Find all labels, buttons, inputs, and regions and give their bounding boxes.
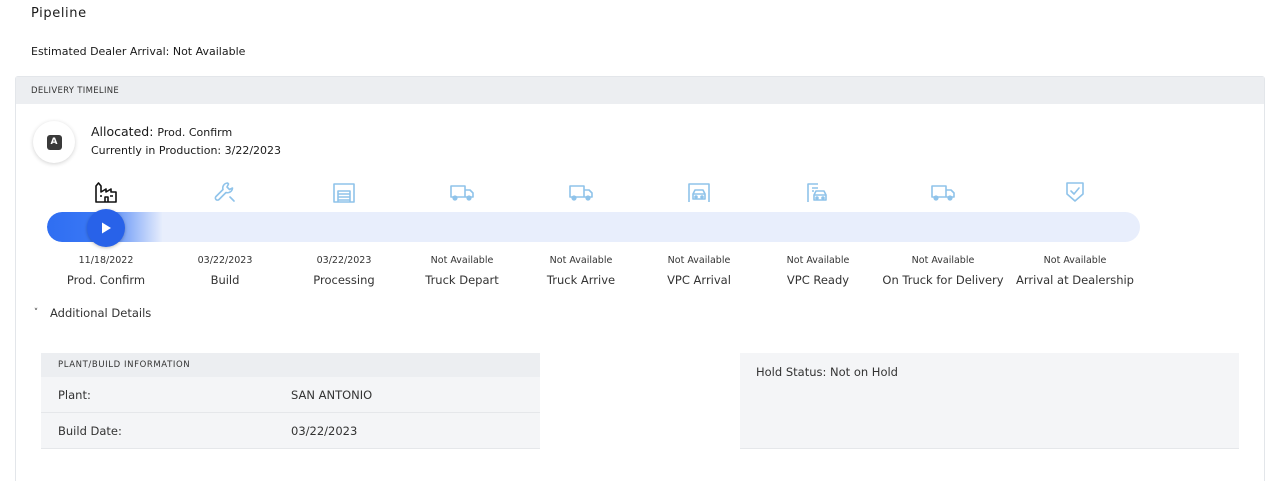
hold-status-card: Hold Status: Not on Hold [740,353,1239,449]
truck-icon [516,177,646,207]
timeline-stage-arrival-dealership: Not Available Arrival at Dealership [1010,177,1140,287]
status-heading: Allocated: Prod. Confirm [91,124,232,139]
status-label: Allocated: [91,124,154,139]
status-stage: Prod. Confirm [157,126,233,139]
shield-check-icon [1010,177,1140,207]
table-row: Plant: SAN ANTONIO [41,377,540,413]
status-subtext: Currently in Production: 3/22/2023 [91,144,281,157]
stage-date: Not Available [1043,255,1107,266]
status-sub-label: Currently in Production: [91,144,222,157]
stage-date: 11/18/2022 [78,255,134,266]
timeline-stage-on-truck: Not Available On Truck for Delivery [878,177,1008,287]
chevron-down-icon: ˅ [33,308,39,318]
car-ready-icon [753,177,883,207]
plant-value: SAN ANTONIO [291,387,373,402]
timeline-stage-prod-confirm: 11/18/2022 Prod. Confirm [41,177,171,287]
stage-date: 03/22/2023 [316,255,372,266]
factory-icon [41,177,171,207]
estimated-arrival-value: Not Available [172,45,246,58]
stage-name: VPC Ready [786,273,850,287]
build-date-value: 03/22/2023 [291,423,358,438]
estimated-arrival-label: Estimated Dealer Arrival: [31,45,170,58]
status-badge-letter: A [46,134,62,150]
plant-label: Plant: [58,387,91,402]
timeline-stage-truck-depart: Not Available Truck Depart [397,177,527,287]
stage-name: Truck Arrive [546,273,616,287]
stage-name: VPC Arrival [667,273,731,287]
garage-icon [279,177,409,207]
delivery-timeline-header: DELIVERY TIMELINE [16,77,1264,104]
stage-name: On Truck for Delivery [882,273,1004,287]
additional-details-label: Additional Details [50,306,152,320]
stage-date: Not Available [911,255,975,266]
timeline-stage-processing: 03/22/2023 Processing [279,177,409,287]
timeline-stage-vpc-arrival: Not Available VPC Arrival [634,177,764,287]
truck-icon [397,177,527,207]
delivery-timeline-card: DELIVERY TIMELINE A Allocated: Prod. Con… [15,76,1265,481]
truck-icon [878,177,1008,207]
stage-name: Build [210,273,240,287]
timeline-stage-truck-arrive: Not Available Truck Arrive [516,177,646,287]
hold-status-value: Not on Hold [830,365,898,379]
stage-name: Processing [313,273,375,287]
page-title: Pipeline [31,6,87,21]
plant-build-info-card: PLANT/BUILD INFORMATION Plant: SAN ANTON… [41,353,540,449]
car-garage-icon [634,177,764,207]
timeline-stage-build: 03/22/2023 Build [160,177,290,287]
stage-date: Not Available [667,255,731,266]
stage-date: Not Available [549,255,613,266]
table-row: Build Date: 03/22/2023 [41,413,540,449]
stage-name: Truck Depart [425,273,499,287]
status-badge: A [33,121,75,163]
stage-name: Arrival at Dealership [1016,273,1134,287]
stage-name: Prod. Confirm [66,273,146,287]
hold-status-label: Hold Status: [756,365,827,379]
stage-date: Not Available [430,255,494,266]
additional-details-toggle[interactable]: ˅ Additional Details [26,306,152,320]
estimated-arrival: Estimated Dealer Arrival: Not Available [31,45,245,58]
wrench-icon [160,177,290,207]
stage-date: 03/22/2023 [197,255,253,266]
plant-build-info-header: PLANT/BUILD INFORMATION [41,353,540,377]
status-sub-value: 3/22/2023 [224,144,282,157]
timeline-stage-vpc-ready: Not Available VPC Ready [753,177,883,287]
build-date-label: Build Date: [58,423,122,438]
stage-date: Not Available [786,255,850,266]
